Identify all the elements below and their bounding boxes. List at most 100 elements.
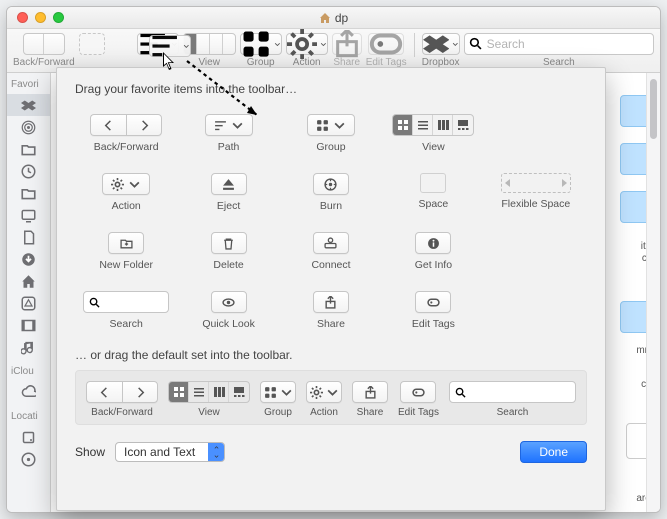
chevron-right-icon	[138, 119, 151, 132]
item-edit-tags[interactable]: Edit Tags	[382, 291, 484, 330]
dropbox-button[interactable]	[422, 33, 460, 55]
search-input[interactable]	[464, 33, 654, 55]
show-select[interactable]: Icon and Text	[115, 442, 225, 462]
sidebar-item-desktop[interactable]	[7, 204, 50, 226]
item-view[interactable]: View	[382, 114, 484, 153]
share-button[interactable]	[332, 33, 362, 55]
flexible-space-icon	[501, 173, 571, 193]
sidebar-item-folder-1[interactable]	[7, 138, 50, 160]
item-share[interactable]: Share	[280, 291, 382, 330]
sidebar-item-applications[interactable]	[7, 292, 50, 314]
item-back-forward[interactable]: Back/Forward	[75, 114, 177, 153]
chevron-down-icon	[320, 41, 327, 48]
edit-tags-button[interactable]	[368, 33, 404, 55]
select-stepper-icon	[208, 443, 224, 461]
item-delete[interactable]: Delete	[177, 232, 279, 271]
item-eject[interactable]: Eject	[177, 173, 279, 212]
folder-icon	[21, 142, 36, 157]
sidebar-item-disc[interactable]	[7, 448, 50, 470]
chevron-down-icon	[128, 178, 141, 191]
gear-icon	[287, 29, 317, 59]
share-icon	[364, 386, 377, 399]
dropbox-icon	[423, 31, 449, 57]
sidebar-item-folder-2[interactable]	[7, 182, 50, 204]
tag-icon	[369, 27, 403, 61]
eject-icon	[222, 178, 235, 191]
info-icon	[427, 237, 440, 250]
sidebar-heading-icloud: iClou	[7, 364, 50, 381]
item-quick-look[interactable]: Quick Look	[177, 291, 279, 330]
item-connect[interactable]: Connect	[280, 232, 382, 271]
chevron-down-icon	[326, 386, 339, 399]
disk-icon	[21, 430, 36, 445]
chevron-down-icon	[183, 43, 190, 50]
sidebar-item-downloads[interactable]	[7, 248, 50, 270]
sheet-instruction-bottom: … or drag the default set into the toolb…	[75, 348, 587, 362]
sidebar-item-movies[interactable]	[7, 314, 50, 336]
grid-view-icon	[173, 386, 185, 398]
group-button[interactable]	[240, 33, 282, 55]
cloud-icon	[21, 385, 36, 400]
default-group[interactable]: Group	[260, 381, 296, 418]
grid-view-icon	[397, 119, 409, 131]
toolbar-divider	[414, 33, 415, 57]
show-label: Show	[75, 445, 105, 459]
done-button[interactable]: Done	[520, 441, 587, 463]
item-new-folder[interactable]: New Folder	[75, 232, 177, 271]
app-icon	[21, 296, 36, 311]
chevron-left-icon	[98, 386, 111, 399]
default-set[interactable]: Back/Forward View Group Action Share	[75, 370, 587, 425]
trash-icon	[222, 237, 235, 250]
burn-icon	[324, 178, 337, 191]
action-button[interactable]	[286, 33, 328, 55]
sidebar-item-disk[interactable]	[7, 426, 50, 448]
zoom-window-button[interactable]	[53, 12, 64, 23]
vertical-scrollbar[interactable]	[646, 73, 660, 512]
minimize-window-button[interactable]	[35, 12, 46, 23]
desktop-icon	[21, 208, 36, 223]
scrollbar-thumb[interactable]	[650, 79, 657, 139]
list-view-icon	[417, 119, 429, 131]
item-search[interactable]: Search	[75, 291, 177, 330]
default-edit-tags[interactable]: Edit Tags	[398, 381, 439, 418]
list-view-icon	[193, 386, 205, 398]
sidebar-item-music[interactable]	[7, 336, 50, 358]
sidebar-heading-locations: Locati	[7, 409, 50, 426]
home-icon	[21, 274, 36, 289]
chevron-down-icon	[280, 386, 293, 399]
download-icon	[21, 252, 36, 267]
item-burn[interactable]: Burn	[280, 173, 382, 212]
sidebar-item-recents[interactable]	[7, 160, 50, 182]
sidebar-item-dropbox[interactable]	[7, 94, 50, 116]
sidebar-item-documents[interactable]	[7, 226, 50, 248]
music-icon	[21, 340, 36, 355]
sidebar-item-home[interactable]	[7, 270, 50, 292]
space-icon	[420, 173, 446, 193]
toolbar-items-grid: Back/Forward Path Group View Action	[75, 114, 587, 330]
search-icon	[455, 387, 466, 398]
tag-icon	[412, 386, 425, 399]
toolbar-proxy-slot[interactable]	[79, 33, 105, 55]
item-space[interactable]: Space	[382, 173, 484, 212]
gear-icon	[111, 178, 124, 191]
default-back-forward[interactable]: Back/Forward	[86, 381, 158, 418]
item-group[interactable]: Group	[280, 114, 382, 153]
gear-icon	[310, 386, 323, 399]
default-view[interactable]: View	[168, 381, 250, 418]
sidebar-item-icloud[interactable]	[7, 381, 50, 403]
default-share[interactable]: Share	[352, 381, 388, 418]
mouse-cursor-icon	[163, 52, 179, 72]
default-action[interactable]: Action	[306, 381, 342, 418]
airdrop-icon	[21, 120, 36, 135]
column-view-icon	[213, 386, 225, 398]
disc-icon	[21, 452, 36, 467]
chevron-right-icon	[134, 386, 147, 399]
item-action[interactable]: Action	[75, 173, 177, 212]
item-get-info[interactable]: Get Info	[382, 232, 484, 271]
close-window-button[interactable]	[17, 12, 28, 23]
sidebar-item-airdrop[interactable]	[7, 116, 50, 138]
default-search[interactable]: Search	[449, 381, 576, 418]
back-forward-control[interactable]	[23, 33, 65, 55]
gallery-view-icon	[457, 119, 469, 131]
item-flexible-space[interactable]: Flexible Space	[485, 173, 587, 212]
